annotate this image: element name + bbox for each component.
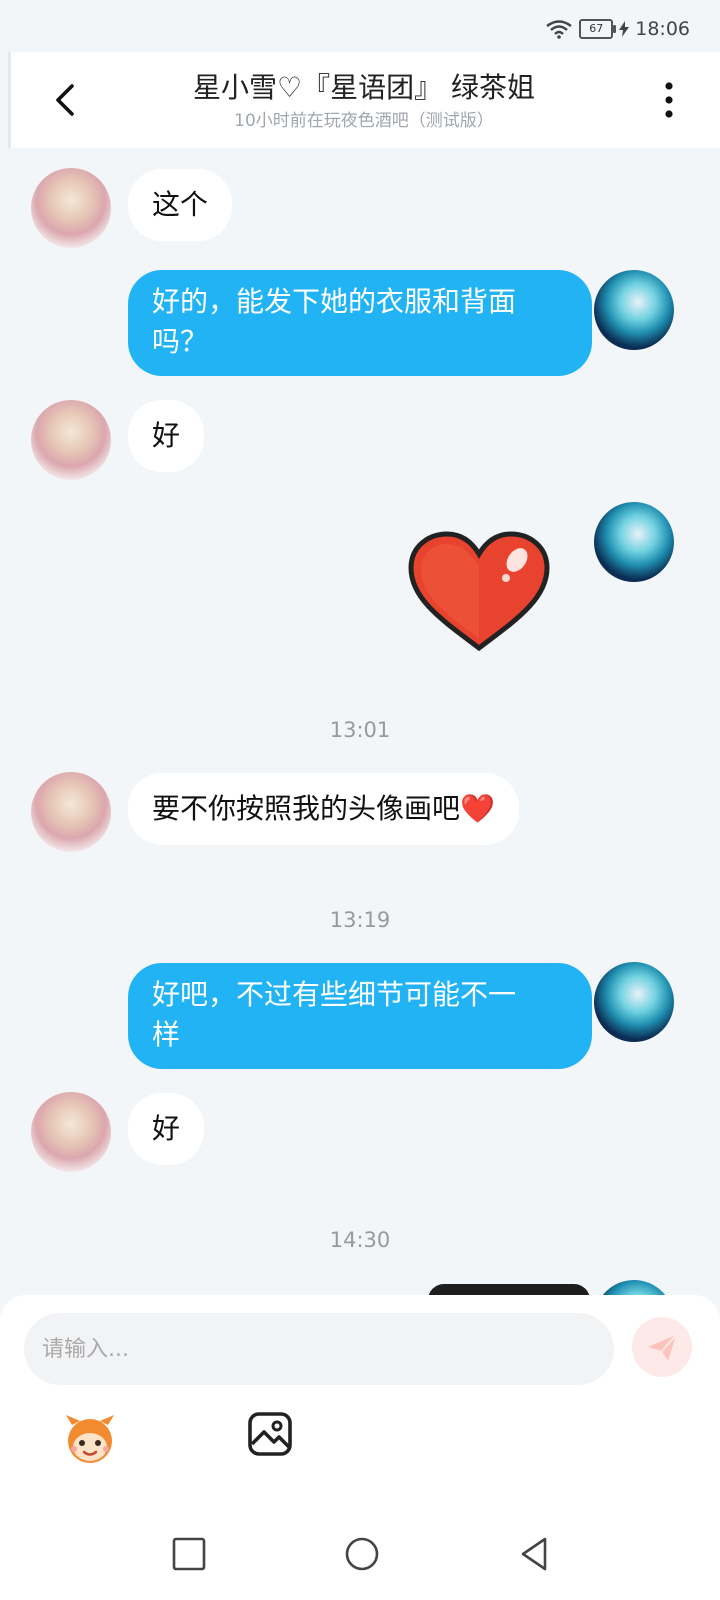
contact-avatar[interactable]: [31, 168, 111, 248]
my-avatar[interactable]: [594, 962, 674, 1042]
status-icons: 67 18:06: [545, 18, 690, 40]
message-line: 样: [152, 1018, 181, 1051]
heart-sticker: [408, 531, 550, 652]
clock: 18:06: [635, 18, 690, 40]
chat-header: 星小雪♡『星语团』 绿茶姐 10小时前在玩夜色酒吧（测试版）: [8, 52, 720, 148]
contact-avatar[interactable]: [31, 772, 111, 852]
chat-title: 星小雪♡『星语团』 绿茶姐: [192, 71, 535, 104]
send-icon: [648, 1334, 677, 1361]
incoming-message: 这个: [128, 169, 233, 241]
message-line: 好吧，不过有些细节可能不一: [152, 978, 517, 1011]
incoming-message: 好: [128, 400, 205, 472]
timestamp: 14:30: [329, 1228, 391, 1252]
message-line: 吗？: [152, 325, 209, 358]
emoji-mascot-icon[interactable]: [62, 1411, 118, 1467]
incoming-message: 好: [128, 1093, 205, 1165]
more-vert-icon[interactable]: [662, 78, 676, 122]
contact-avatar[interactable]: [31, 400, 111, 480]
nav-back-icon[interactable]: [519, 1536, 549, 1572]
message-line: 好的，能发下她的衣服和背面: [152, 285, 517, 318]
outgoing-message: 好的，能发下她的衣服和背面 吗？: [128, 270, 592, 376]
chat-subtitle: 10小时前在玩夜色酒吧（测试版）: [234, 111, 494, 131]
message-input[interactable]: [24, 1313, 614, 1385]
send-button[interactable]: [632, 1317, 692, 1377]
outgoing-message: 好吧，不过有些细节可能不一 样: [128, 963, 592, 1069]
wifi-icon: [546, 20, 572, 39]
incoming-message: 要不你按照我的头像画吧❤️: [128, 773, 519, 845]
my-avatar[interactable]: [594, 270, 674, 350]
timestamp: 13:19: [329, 908, 391, 932]
nav-circle-icon[interactable]: [344, 1536, 380, 1572]
image-icon[interactable]: [247, 1411, 293, 1457]
timestamp: 13:01: [329, 718, 391, 742]
battery-icon: 67: [579, 19, 617, 39]
charging-icon: [619, 21, 630, 37]
my-avatar[interactable]: [594, 502, 674, 582]
nav-square-icon[interactable]: [172, 1537, 206, 1571]
contact-avatar[interactable]: [31, 1092, 111, 1172]
